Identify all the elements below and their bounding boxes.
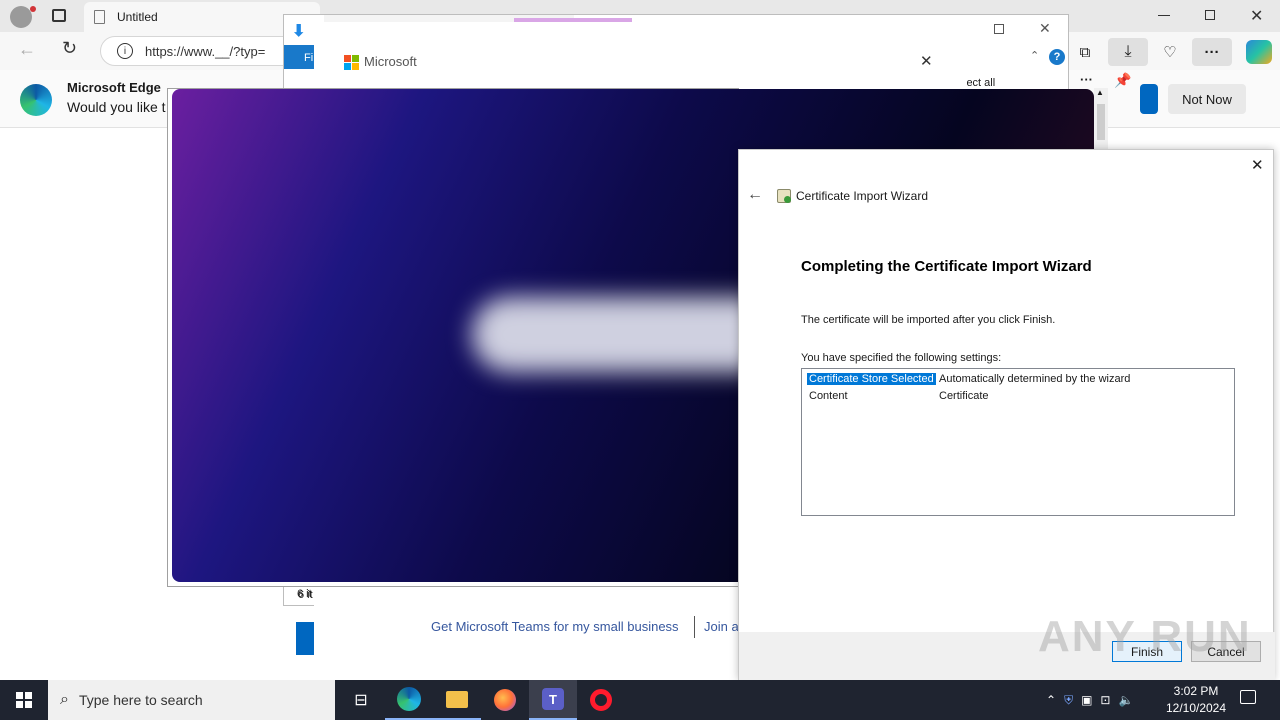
teams-join-link[interactable]: Join a [704,619,739,634]
windows-logo-icon [16,692,32,708]
anyrun-watermark: ANY RUN [1038,612,1252,661]
collections-icon[interactable]: ⧉ [1070,38,1100,66]
select-all-label[interactable]: lect all [964,77,995,89]
wizard-close-icon[interactable]: ✕ [1251,156,1264,174]
more-icon[interactable]: ··· [1192,38,1232,66]
clock-date: 12/10/2024 [1165,701,1227,715]
settings-listbox[interactable]: Certificate Store Selected Automatically… [801,368,1235,516]
microsoft-logo-icon [344,54,359,70]
infobar-title: Microsoft Edge [67,80,161,95]
setting-key-content[interactable]: Content [809,390,848,402]
setting-key-store[interactable]: Certificate Store Selected [807,373,936,385]
download-arrow-icon: ⬇ [292,23,306,40]
infobar-primary-button[interactable] [1140,84,1158,114]
file-menu[interactable]: Fi [284,45,314,69]
setting-value-content: Certificate [939,390,989,402]
not-now-button[interactable]: Not Now [1168,84,1246,114]
refresh-icon[interactable]: ↻ [62,38,77,59]
start-button[interactable] [0,680,48,720]
profile-icon[interactable] [10,6,32,28]
page-icon [94,10,105,24]
clock[interactable]: 3:02 PM 12/10/2024 [1160,683,1232,717]
wizard-title: Certificate Import Wizard [796,189,929,203]
edge-taskbar-icon[interactable] [385,680,433,720]
tab-actions-icon[interactable] [52,9,66,22]
meet-now-icon[interactable]: ▣ [1081,693,1092,707]
teams-small-business-link[interactable]: Get Microsoft Teams for my small busines… [431,619,679,634]
setting-value-store: Automatically determined by the wizard [939,373,1131,385]
help-icon[interactable]: ? [1049,49,1065,65]
microsoft-brand: Microsoft [364,54,417,69]
clock-time: 3:02 PM [1173,684,1219,698]
toolbar-right: ⧉ ⤓ ♡ ··· [1070,38,1272,66]
explorer-action-button[interactable] [296,622,314,654]
url-text: https://www.__/?typ= [145,43,266,59]
side-scrollbar[interactable]: ▲ [1094,88,1108,158]
certificate-icon [777,189,791,203]
system-tray: ⌃ ⛨ ▣ ⊡ 🔈 [1046,680,1133,720]
defender-icon[interactable]: ⛨ [1064,693,1073,708]
settings-label: You have specified the following setting… [801,352,1002,364]
info-icon: i [117,43,133,59]
opera-icon[interactable] [577,680,625,720]
copilot-icon[interactable] [1246,40,1272,64]
infobar-text: Would you like t [67,99,166,115]
certificate-import-wizard: ✕ ← Certificate Import Wizard Completing… [738,149,1275,681]
teams-close-icon[interactable]: ✕ [920,52,933,70]
restore-icon[interactable] [1205,10,1215,20]
notification-dot [30,6,36,12]
wizard-info-text: The certificate will be imported after y… [801,314,1056,326]
taskbar-search[interactable]: ⌕ Type here to search [48,680,335,720]
explorer-close-icon[interactable]: ✕ [1039,20,1051,37]
teams-icon[interactable]: T [529,680,577,720]
wizard-heading: Completing the Certificate Import Wizard [801,258,1092,275]
search-icon: ⌕ [60,691,69,708]
downloads-icon[interactable]: ⤓ [1108,38,1148,66]
performance-icon[interactable]: ♡ [1148,38,1192,66]
back-icon[interactable]: ← [18,39,36,60]
collapse-ribbon-icon[interactable]: ⌃ [1030,49,1039,62]
status-item-count-2: 6 it [297,588,312,600]
close-icon[interactable]: ✕ [1250,6,1263,26]
volume-icon[interactable]: 🔈 [1118,693,1133,707]
link-divider [694,616,695,638]
search-placeholder: Type here to search [78,692,203,708]
tray-overflow-icon[interactable]: ⌃ [1046,693,1056,707]
maximize-icon[interactable] [994,24,1004,34]
pin-icon[interactable]: 📌 [1114,72,1131,89]
tab-title: Untitled [117,10,158,24]
wizard-back-icon[interactable]: ← [747,186,763,204]
address-bar[interactable]: i https://www.__/?typ= [100,36,300,66]
minimize-icon[interactable] [1158,15,1170,16]
firefox-icon[interactable] [481,680,529,720]
edge-logo-icon [20,84,52,116]
taskbar: ⌕ Type here to search ⊟ T ⌃ ⛨ ▣ ⊡ 🔈 3:02… [0,680,1280,720]
network-icon[interactable]: ⊡ [1100,693,1110,707]
task-view-icon[interactable]: ⊟ [337,680,385,720]
notifications-icon[interactable] [1240,690,1256,704]
microsoft-logo: Microsoft [344,54,417,70]
file-explorer-icon[interactable] [433,680,481,720]
more-options-icon[interactable]: ··· [1080,72,1093,87]
